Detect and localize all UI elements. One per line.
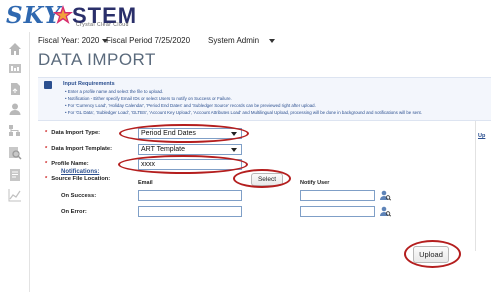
- star-logo-icon: [53, 5, 73, 24]
- reports-icon[interactable]: [8, 168, 22, 182]
- on-success-user-input[interactable]: [300, 190, 375, 201]
- requirement-line: • Enter a profile name and select the fi…: [65, 89, 164, 94]
- on-error-user-input[interactable]: [300, 206, 375, 217]
- info-icon: [44, 81, 52, 89]
- highlight-oval: [404, 240, 461, 268]
- search-report-icon[interactable]: [8, 146, 22, 160]
- profile-name-label: * Profile Name:: [45, 161, 89, 167]
- user-lookup-icon[interactable]: [379, 190, 391, 201]
- highlight-oval: [118, 155, 248, 174]
- chevron-down-icon: [231, 148, 237, 152]
- on-success-email-input[interactable]: [138, 190, 242, 201]
- chevron-down-icon: [269, 38, 276, 43]
- page-title: DATA IMPORT: [38, 50, 156, 69]
- home-icon[interactable]: [8, 42, 22, 56]
- user-icon[interactable]: [8, 102, 22, 116]
- on-error-label: On Error:: [61, 209, 87, 215]
- source-file-label: * Source File Location:: [45, 176, 111, 182]
- role-dropdown[interactable]: System Admin: [208, 36, 276, 45]
- import-type-label: * Data Import Type:: [45, 130, 101, 136]
- highlight-oval: [233, 169, 291, 188]
- app-header: SKY STEM Crystal Clear Cloud: [0, 0, 491, 32]
- right-panel: Up: [475, 121, 491, 251]
- logo-tagline: Crystal Clear Cloud: [76, 22, 129, 28]
- fiscal-period-label: Fiscal Period 7/25/2020: [106, 36, 191, 45]
- template-label: * Data Import Template:: [45, 146, 113, 152]
- requirement-line: • For 'Currency Load', 'Holiday Calendar…: [65, 103, 316, 108]
- sidebar: [0, 32, 30, 292]
- email-column-header: Email: [138, 180, 153, 186]
- template-select[interactable]: ART Template: [138, 144, 242, 155]
- document-upload-icon[interactable]: [8, 82, 22, 96]
- hierarchy-icon[interactable]: [8, 124, 22, 138]
- requirement-line: • For 'GL Data', 'Subledger Load', 'GLTB…: [65, 110, 422, 115]
- fiscal-year-dropdown[interactable]: Fiscal Year: 2020: [38, 36, 109, 45]
- on-error-email-input[interactable]: [138, 206, 242, 217]
- input-requirements-panel: Input Requirements • Enter a profile nam…: [38, 77, 491, 121]
- upload-history-link[interactable]: Up: [478, 133, 485, 139]
- on-success-label: On Success:: [61, 193, 97, 199]
- trend-chart-icon[interactable]: [8, 188, 22, 202]
- skystem-logo[interactable]: SKY STEM Crystal Clear Cloud: [6, 2, 156, 32]
- notifications-link[interactable]: Notifications:: [61, 169, 99, 175]
- requirements-title: Input Requirements: [63, 81, 115, 87]
- notify-user-column-header: Notify User: [300, 180, 330, 186]
- dashboard-icon[interactable]: [8, 62, 22, 76]
- highlight-oval: [119, 124, 249, 143]
- user-lookup-icon[interactable]: [379, 206, 391, 217]
- requirement-line: • Notification - Either specify Email ID…: [65, 96, 232, 101]
- context-bar: Fiscal Year: 2020 Fiscal Period 7/25/202…: [30, 32, 491, 48]
